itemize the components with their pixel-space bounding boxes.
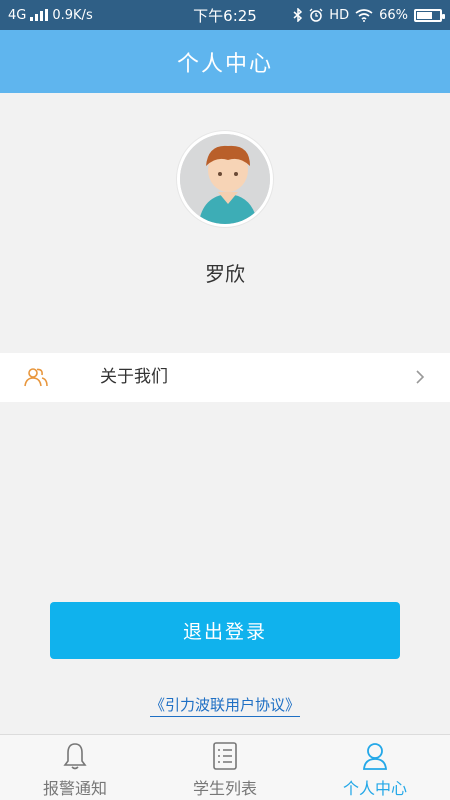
bell-icon: [63, 743, 87, 770]
tab-label: 学生列表: [192, 779, 257, 798]
bottom-tab-bar: 报警通知 学生列表 个人中心: [0, 734, 450, 800]
avatar[interactable]: [177, 131, 273, 227]
agreement-container: 《引力波联用户协议》: [0, 694, 450, 717]
user-agreement-link[interactable]: 《引力波联用户协议》: [149, 696, 300, 717]
tab-student-list[interactable]: 学生列表: [150, 735, 300, 800]
avatar-illustration: [180, 134, 270, 224]
logout-button[interactable]: 退出登录: [50, 602, 400, 659]
menu-item-label: 关于我们: [100, 367, 168, 387]
page-title: 个人中心: [0, 30, 450, 93]
tab-personal-center[interactable]: 个人中心: [300, 735, 450, 800]
status-bar: 4G 0.9K/s 下午6:25 HD 66%: [0, 0, 450, 30]
tab-alarm-notifications[interactable]: 报警通知: [0, 735, 150, 800]
battery-icon: [414, 8, 445, 22]
people-icon: [24, 368, 48, 387]
menu-item-about[interactable]: 关于我们: [0, 353, 450, 402]
tab-label: 个人中心: [342, 779, 407, 798]
tab-label: 报警通知: [42, 779, 107, 798]
battery-fill: [417, 11, 432, 19]
chevron-right-icon: [416, 370, 425, 384]
clock: 下午6:25: [193, 6, 257, 25]
list-icon: [213, 742, 237, 770]
person-icon: [363, 743, 387, 770]
user-name: 罗欣: [205, 262, 245, 286]
